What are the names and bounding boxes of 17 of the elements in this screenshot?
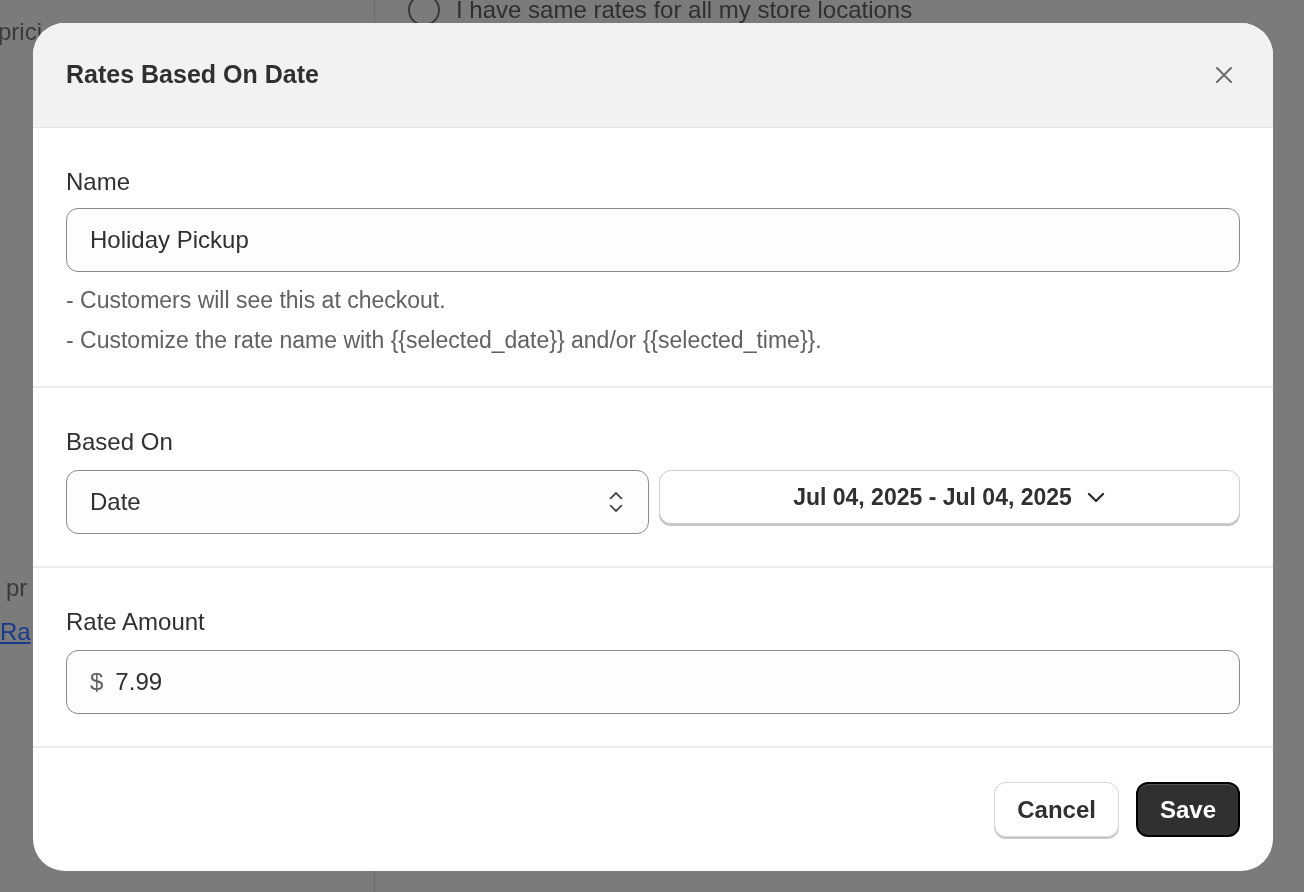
help-text: - Customers will see this at checkout. [66,286,447,315]
radio-label: I have same rates for all my store locations [456,0,913,25]
field-label: Rate Amount [66,608,206,636]
help-text: - Customize the rate name with {{selected_date}} and/or {{selected_time}}. [66,326,823,355]
select-field[interactable]: Date [66,470,649,534]
date-range-button[interactable]: Jul 04, 2025 - Jul 04, 2025 [659,470,1240,524]
background-text: pr [6,573,28,603]
field-label: Based On [66,428,174,456]
currency-prefix: $ [90,667,104,697]
cancel-button[interactable]: Cancel [994,782,1119,837]
dialog-title: Rates Based On Date [66,59,319,91]
field-label: Name [66,168,132,196]
rate-amount-field[interactable]: $ 7.99 [66,650,1240,714]
name-field[interactable]: Holiday Pickup [66,208,1240,272]
chevron-up-down-icon [607,489,625,515]
background-text: prici [0,17,42,47]
save-button[interactable]: Save [1135,782,1240,837]
